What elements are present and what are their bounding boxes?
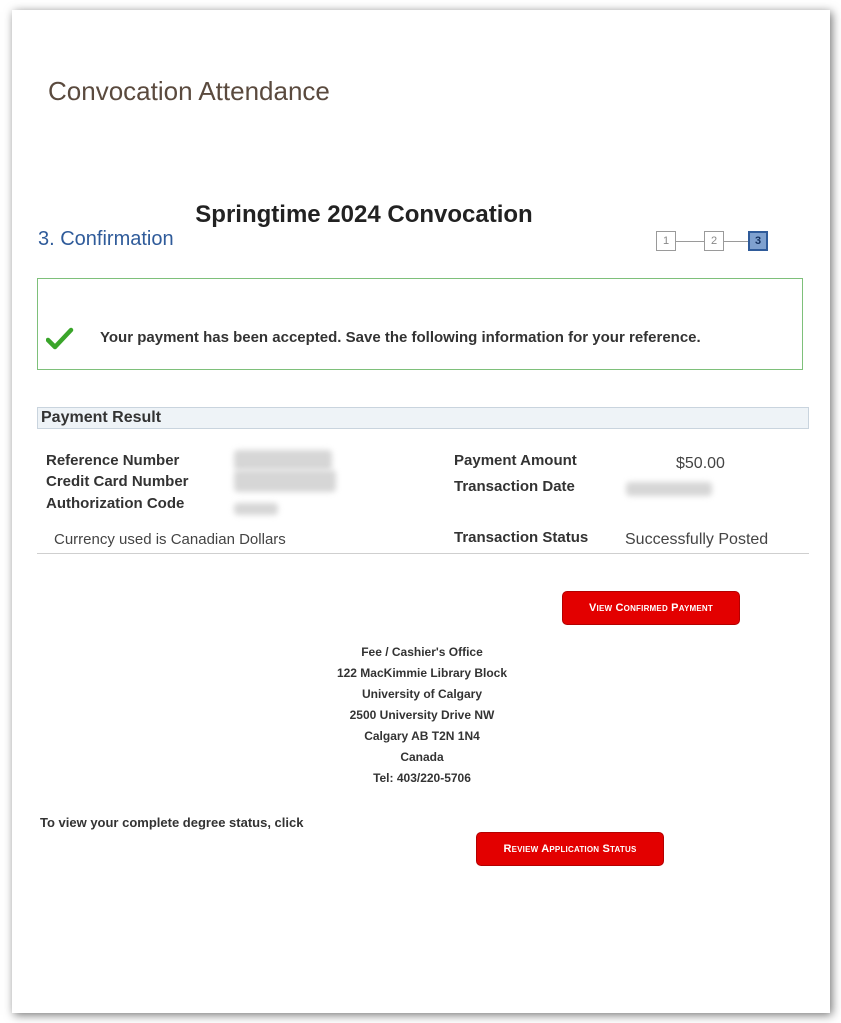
step-connector (724, 241, 748, 242)
cashier-office-address: Fee / Cashier's Office 122 MacKimmie Lib… (272, 642, 572, 789)
transaction-status-label: Transaction Status (454, 529, 589, 546)
address-line: 2500 University Drive NW (349, 708, 495, 722)
address-line: Tel: 403/220-5706 (373, 771, 471, 785)
view-confirmed-payment-button[interactable]: View Confirmed Payment (562, 591, 740, 625)
transaction-date-label: Transaction Date (454, 478, 575, 495)
address-line: University of Calgary (361, 687, 483, 701)
payment-amount-label: Payment Amount (454, 452, 577, 469)
payment-result-header: Payment Result (37, 407, 809, 429)
section-divider (37, 553, 809, 554)
address-line: Canada (400, 750, 444, 764)
credit-card-number-redacted (234, 470, 336, 492)
review-application-status-button[interactable]: Review Application Status (476, 832, 664, 866)
authorization-code-redacted (234, 503, 278, 515)
convocation-term-title: Springtime 2024 Convocation (195, 201, 533, 228)
transaction-date-redacted (626, 482, 712, 496)
page-title: Convocation Attendance (48, 76, 330, 106)
transaction-status-value: Successfully Posted (625, 531, 769, 548)
degree-status-prompt: To view your complete degree status, cli… (40, 815, 304, 830)
credit-card-number-label: Credit Card Number (46, 473, 189, 490)
currency-note: Currency used is Canadian Dollars (54, 531, 286, 548)
authorization-code-label: Authorization Code (46, 495, 185, 512)
reference-number-redacted (234, 450, 332, 470)
address-line: 122 MacKimmie Library Block (336, 666, 508, 680)
checkmark-icon (46, 327, 74, 350)
payment-amount-value: $50.00 (676, 455, 725, 472)
step-1[interactable]: 1 (656, 231, 676, 251)
torn-edge-bottom (12, 973, 830, 1013)
page-container: Convocation Attendance Springtime 2024 C… (12, 10, 830, 1013)
success-message-box: Your payment has been accepted. Save the… (37, 278, 803, 370)
reference-number-label: Reference Number (46, 452, 180, 469)
address-line: Calgary AB T2N 1N4 (364, 729, 480, 743)
step-3-current: 3 (748, 231, 768, 251)
step-title: 3. Confirmation (38, 228, 174, 250)
address-line: Fee / Cashier's Office (361, 645, 483, 659)
torn-edge-top (12, 10, 830, 32)
step-connector (676, 241, 704, 242)
step-2[interactable]: 2 (704, 231, 724, 251)
success-message-text: Your payment has been accepted. Save the… (100, 329, 701, 346)
step-train: 1 2 3 (656, 231, 774, 253)
